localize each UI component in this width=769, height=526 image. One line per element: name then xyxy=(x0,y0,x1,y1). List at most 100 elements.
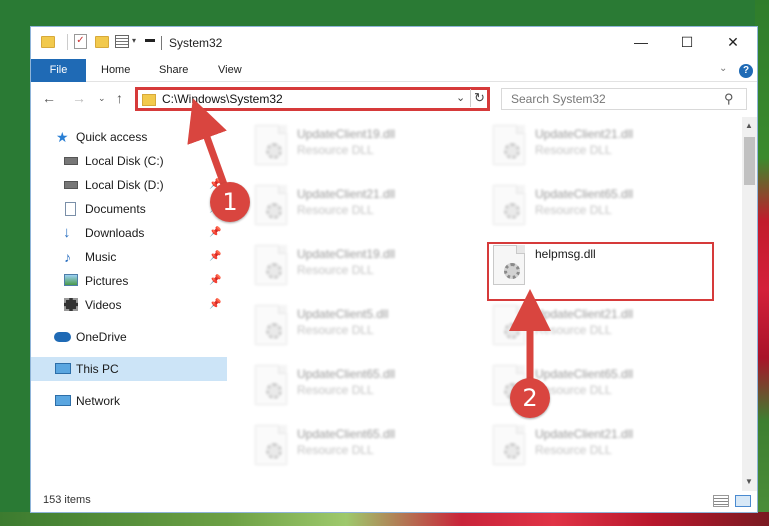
tab-share[interactable]: Share xyxy=(159,59,188,82)
item-count: 153 items xyxy=(43,494,91,506)
pin-icon[interactable]: 📌 xyxy=(209,269,221,293)
toolbar-divider xyxy=(67,34,68,50)
file-name: UpdateClient21.dll xyxy=(535,307,634,321)
sidebar-item-quick-access[interactable]: ★ Quick access xyxy=(31,125,227,149)
list-item[interactable]: UpdateClient65.dll Resource DLL xyxy=(489,185,719,235)
list-item[interactable]: UpdateClient21.dll Resource DLL xyxy=(489,305,719,355)
large-icons-view-icon[interactable] xyxy=(735,495,751,507)
ribbon-tabs: File Home Share View ⌄ ? xyxy=(31,59,757,82)
file-name: UpdateClient5.dll xyxy=(297,307,389,321)
pin-icon[interactable]: 📌 xyxy=(209,245,221,269)
vertical-scrollbar[interactable]: ▲ ▼ xyxy=(742,117,757,491)
sidebar-item-music[interactable]: ♪ Music 📌 xyxy=(31,245,227,269)
file-name: UpdateClient21.dll xyxy=(535,127,634,141)
sidebar-item-label: Local Disk (C:) xyxy=(85,154,164,168)
sidebar-item-videos[interactable]: Videos 📌 xyxy=(31,293,227,317)
list-item[interactable]: UpdateClient5.dll Resource DLL xyxy=(251,305,481,355)
file-type: Resource DLL xyxy=(297,263,374,277)
back-arrow-icon[interactable]: ← xyxy=(42,90,56,106)
file-type: Resource DLL xyxy=(535,323,612,337)
scrollbar-thumb[interactable] xyxy=(744,137,755,185)
file-type: Resource DLL xyxy=(297,143,374,157)
sidebar-item-network[interactable]: Network xyxy=(31,389,227,413)
address-bar[interactable]: C:\Windows\System32 ⌄ ↻ xyxy=(135,87,490,111)
list-item[interactable]: UpdateClient19.dll Resource DLL xyxy=(251,125,481,175)
videos-icon xyxy=(64,298,78,311)
tab-view[interactable]: View xyxy=(218,59,242,82)
scroll-up-icon[interactable]: ▲ xyxy=(745,121,753,130)
maximize-button[interactable]: ☐ xyxy=(664,27,710,57)
recent-locations-icon[interactable]: ⌄ xyxy=(98,93,106,104)
close-button[interactable]: ✕ xyxy=(710,27,756,57)
list-item[interactable]: UpdateClient21.dll Resource DLL xyxy=(489,425,719,475)
dll-file-icon xyxy=(493,425,525,465)
callout-step-1: 1 xyxy=(210,182,250,222)
file-type: Resource DLL xyxy=(535,143,612,157)
chevron-down-icon[interactable]: ⌄ xyxy=(456,91,465,104)
sidebar-item-label: This PC xyxy=(76,362,119,376)
download-icon: ↓ xyxy=(63,224,71,241)
sidebar-item-label: Pictures xyxy=(85,274,129,288)
search-placeholder: Search System32 xyxy=(511,92,606,106)
list-item[interactable]: UpdateClient21.dll Resource DLL xyxy=(251,185,481,235)
sidebar-item-pictures[interactable]: Pictures 📌 xyxy=(31,269,227,293)
chevron-down-icon[interactable]: ▾ xyxy=(132,36,136,45)
refresh-icon[interactable]: ↻ xyxy=(470,89,488,107)
file-type: Resource DLL xyxy=(297,203,374,217)
file-type: Resource DLL xyxy=(535,203,612,217)
dll-file-icon xyxy=(255,125,287,165)
customize-toolbar-icon[interactable] xyxy=(115,35,129,48)
sidebar-item-label: Quick access xyxy=(76,130,148,144)
sidebar-item-onedrive[interactable]: OneDrive xyxy=(31,325,227,349)
file-name: UpdateClient65.dll xyxy=(535,187,634,201)
expand-ribbon-icon[interactable]: ⌄ xyxy=(719,63,727,74)
tab-file[interactable]: File xyxy=(31,59,86,82)
file-name: UpdateClient21.dll xyxy=(297,187,396,201)
title-bar: ✓ ▾ ▬ System32 — ☐ ✕ xyxy=(31,27,757,59)
file-type: Resource DLL xyxy=(535,443,612,457)
dll-file-icon xyxy=(493,125,525,165)
status-bar: 153 items xyxy=(31,491,757,512)
star-icon: ★ xyxy=(56,129,69,145)
tab-home[interactable]: Home xyxy=(101,59,130,82)
address-path[interactable]: C:\Windows\System32 xyxy=(162,92,283,106)
minimize-button[interactable]: — xyxy=(618,27,664,57)
navigation-pane: ★ Quick access Local Disk (C:) Local Dis… xyxy=(31,117,227,491)
search-input[interactable]: Search System32 ⚲ xyxy=(501,88,747,110)
search-icon[interactable]: ⚲ xyxy=(724,91,734,107)
pin-icon[interactable]: 📌 xyxy=(209,221,221,245)
list-item[interactable]: UpdateClient21.dll Resource DLL xyxy=(489,125,719,175)
list-item[interactable]: UpdateClient65.dll Resource DLL xyxy=(251,425,481,475)
file-type: Resource DLL xyxy=(297,443,374,457)
sidebar-item-local-disk-c[interactable]: Local Disk (C:) xyxy=(31,149,227,173)
sidebar-item-this-pc[interactable]: This PC xyxy=(31,357,227,381)
sidebar-item-documents[interactable]: Documents 📌 xyxy=(31,197,227,221)
sidebar-item-label: Videos xyxy=(85,298,122,312)
list-item[interactable]: UpdateClient19.dll Resource DLL xyxy=(251,245,481,295)
sidebar-item-label: Music xyxy=(85,250,117,264)
quick-access-toolbar-dropdown[interactable]: ▬ xyxy=(145,34,155,45)
help-icon[interactable]: ? xyxy=(739,64,753,78)
forward-arrow-icon[interactable]: → xyxy=(72,90,86,106)
file-name: UpdateClient21.dll xyxy=(535,427,634,441)
network-icon xyxy=(55,395,71,406)
dll-file-icon xyxy=(255,245,287,285)
sidebar-item-label: Local Disk (D:) xyxy=(85,178,164,192)
folder-icon xyxy=(41,36,55,48)
new-folder-icon[interactable] xyxy=(95,36,109,48)
title-separator xyxy=(161,36,162,50)
details-view-icon[interactable] xyxy=(713,495,729,507)
sidebar-item-local-disk-d[interactable]: Local Disk (D:) 📌 xyxy=(31,173,227,197)
properties-icon[interactable]: ✓ xyxy=(74,34,87,49)
up-arrow-icon[interactable]: ↑ xyxy=(116,90,123,106)
helpmsg-highlight-box xyxy=(487,242,714,301)
sidebar-item-downloads[interactable]: ↓ Downloads 📌 xyxy=(31,221,227,245)
list-item[interactable]: UpdateClient65.dll Resource DLL xyxy=(251,365,481,415)
file-name: UpdateClient19.dll xyxy=(297,127,396,141)
folder-icon xyxy=(142,94,156,106)
callout-step-2: 2 xyxy=(510,378,550,418)
scroll-down-icon[interactable]: ▼ xyxy=(745,477,753,486)
documents-icon xyxy=(65,202,76,216)
pin-icon[interactable]: 📌 xyxy=(209,293,221,317)
navigation-bar: ← → ⌄ ↑ C:\Windows\System32 ⌄ ↻ Search S… xyxy=(31,84,757,114)
